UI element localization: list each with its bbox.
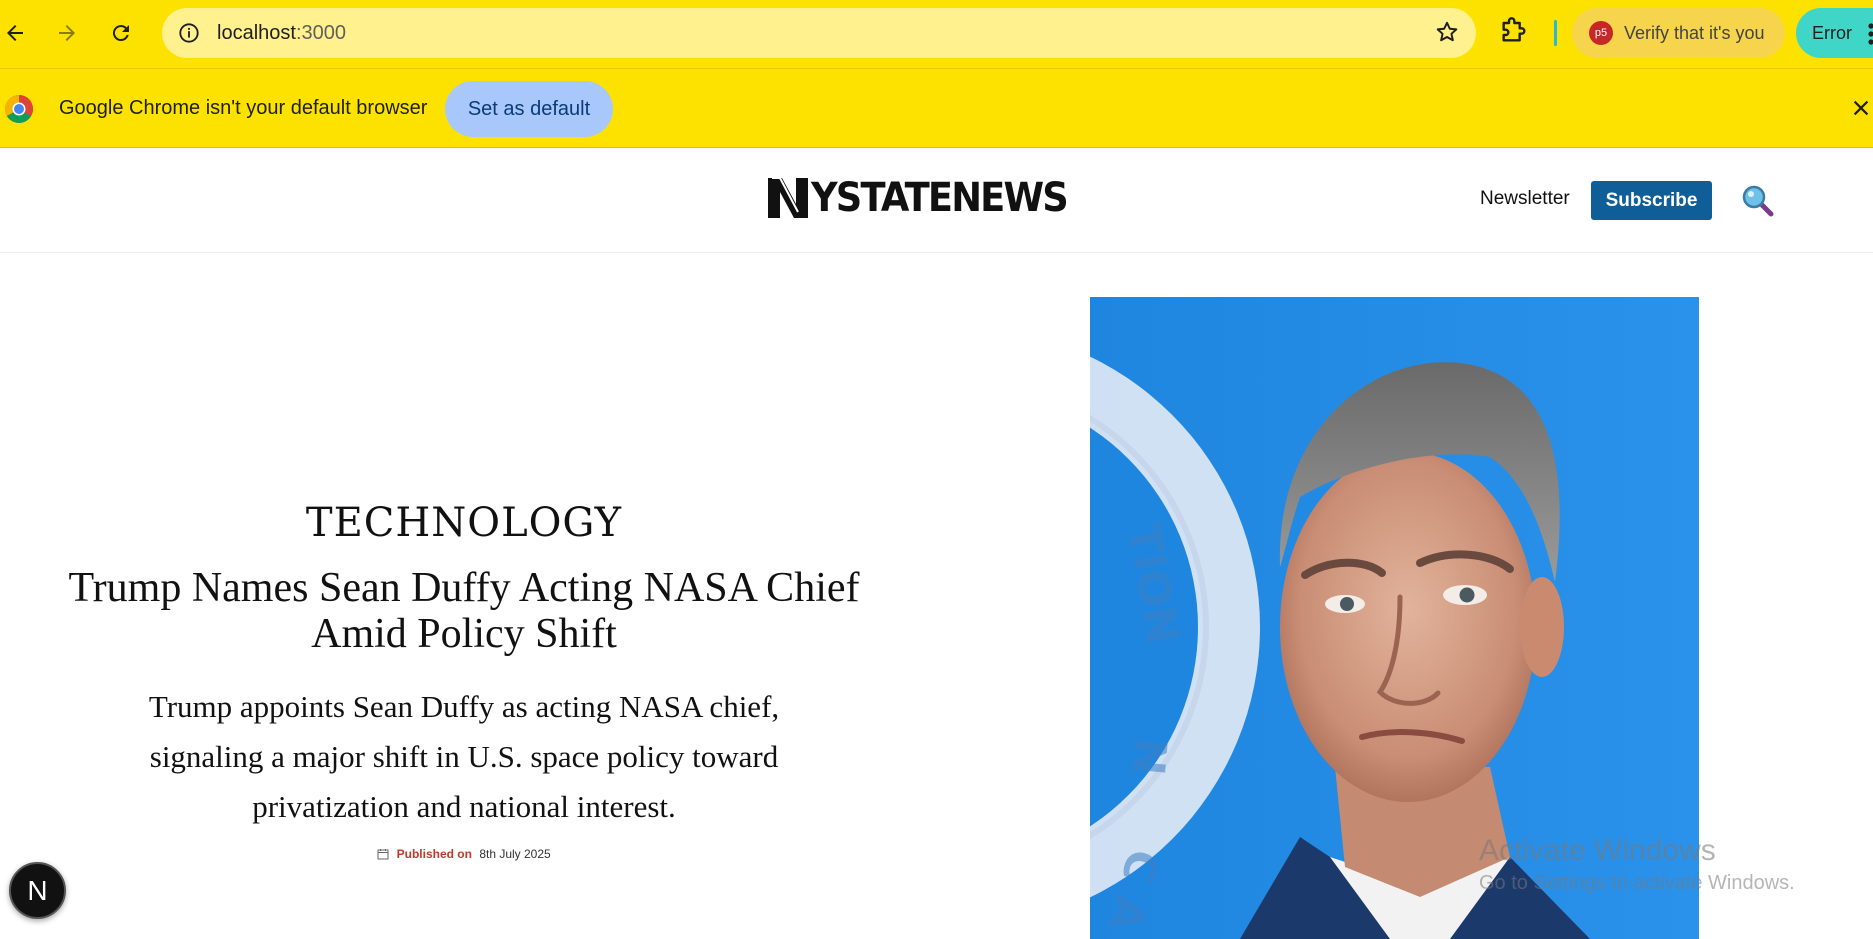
search-icon	[1742, 185, 1774, 217]
watermark-title: Activate Windows	[1479, 834, 1716, 867]
published-label: Published on	[396, 847, 472, 861]
watermark-subtitle: Go to Settings to activate Windows.	[1479, 872, 1795, 894]
article-headline[interactable]: Trump Names Sean Duffy Acting NASA Chief…	[60, 565, 868, 657]
toolbar-separator	[1554, 20, 1557, 46]
infobar-message: Google Chrome isn't your default browser	[59, 97, 428, 119]
svg-text:N: N	[1122, 736, 1176, 777]
nextjs-dev-badge[interactable]: N	[9, 862, 66, 919]
windows-activation-watermark: Activate Windows Go to Settings to activ…	[1479, 834, 1795, 895]
calendar-icon	[377, 849, 389, 860]
subscribe-button[interactable]: Subscribe	[1591, 181, 1712, 220]
address-bar[interactable]: localhost:3000	[162, 8, 1476, 58]
browser-toolbar: localhost:3000 p5 Verify that it's you E…	[0, 0, 1873, 68]
close-icon[interactable]	[1850, 97, 1872, 119]
verify-label: Verify that it's you	[1624, 23, 1765, 43]
url-port: :3000	[295, 22, 346, 44]
set-default-button[interactable]: Set as default	[445, 81, 613, 137]
star-icon	[1436, 21, 1458, 42]
chrome-logo-icon	[5, 95, 33, 123]
logo-n-mark	[768, 177, 808, 218]
info-icon	[179, 23, 199, 43]
newsletter-link[interactable]: Newsletter	[1480, 188, 1570, 210]
back-icon	[7, 25, 23, 41]
profile-avatar: p5	[1589, 21, 1613, 45]
extensions-button[interactable]	[1497, 15, 1529, 52]
article-category[interactable]: TECHNOLOGY	[60, 500, 868, 546]
bookmark-button[interactable]	[1434, 19, 1460, 50]
extensions-icon	[1502, 17, 1526, 42]
article-meta: Published on 8th July 2025	[60, 847, 868, 861]
reload-button[interactable]	[102, 14, 140, 52]
default-browser-infobar: Google Chrome isn't your default browser…	[0, 68, 1873, 148]
url-text[interactable]: localhost:3000	[217, 22, 346, 45]
url-host: localhost	[217, 22, 296, 44]
forward-icon	[59, 25, 75, 41]
search-button[interactable]	[1741, 184, 1775, 218]
next-badge-letter: N	[27, 874, 48, 906]
forward-button[interactable]	[48, 14, 86, 52]
published-date: 8th July 2025	[479, 847, 551, 861]
verify-identity-button[interactable]: p5 Verify that it's you	[1572, 8, 1785, 58]
profile-error-button[interactable]: Error	[1796, 8, 1873, 58]
site-header: YSTATENEWS Newsletter Subscribe	[0, 149, 1873, 253]
site-logo[interactable]: YSTATENEWS	[766, 174, 1089, 222]
site-info-button[interactable]	[174, 18, 204, 48]
logo-text: YSTATENEWS	[811, 175, 1069, 221]
reload-icon	[112, 25, 129, 42]
article-summary: Trump appoints Sean Duffy as acting NASA…	[148, 689, 780, 824]
error-label: Error	[1812, 23, 1852, 43]
menu-icon[interactable]	[1866, 21, 1873, 47]
back-button[interactable]	[0, 14, 34, 52]
